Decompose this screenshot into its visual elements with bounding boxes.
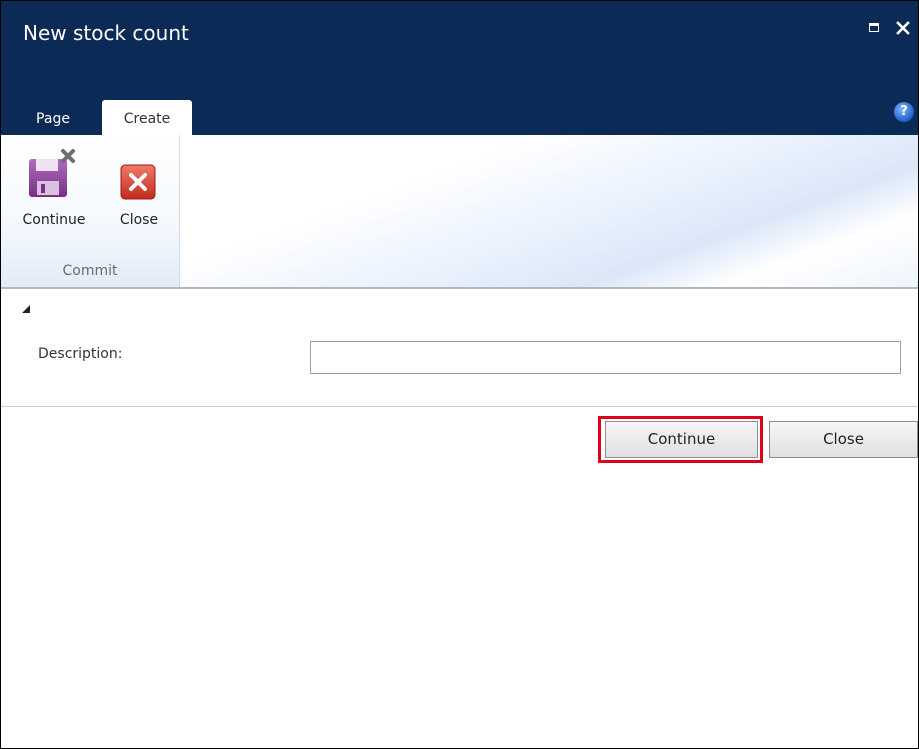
ribbon-close-label: Close [119,212,159,228]
ribbon-group-commit: Continue Close Commit [1,135,180,287]
description-label: Description: [38,346,123,362]
ribbon-group-label: Commit [62,263,118,279]
description-input[interactable] [310,341,901,374]
tab-page[interactable]: Page [23,100,83,136]
close-red-icon [120,164,156,200]
collapse-triangle-icon[interactable] [21,304,31,314]
close-button[interactable]: Close [769,421,918,458]
form-section: Description: [1,324,918,407]
save-continue-icon [29,149,75,197]
title-bar: New stock count Page Create ? [1,1,918,136]
maximize-icon[interactable] [866,19,884,37]
ribbon-continue-label: Continue [22,212,86,228]
dialog-title: New stock count [23,21,189,45]
ribbon-panel: Continue Close Commit [1,135,918,289]
help-icon[interactable]: ? [894,102,914,122]
continue-button[interactable]: Continue [605,421,758,458]
tab-create[interactable]: Create [102,100,192,136]
ribbon-close-button[interactable]: Close [109,145,169,235]
dialog-window: New stock count Page Create ? Continue C… [0,0,919,749]
ribbon-continue-button[interactable]: Continue [9,145,99,235]
close-icon[interactable] [894,19,912,37]
